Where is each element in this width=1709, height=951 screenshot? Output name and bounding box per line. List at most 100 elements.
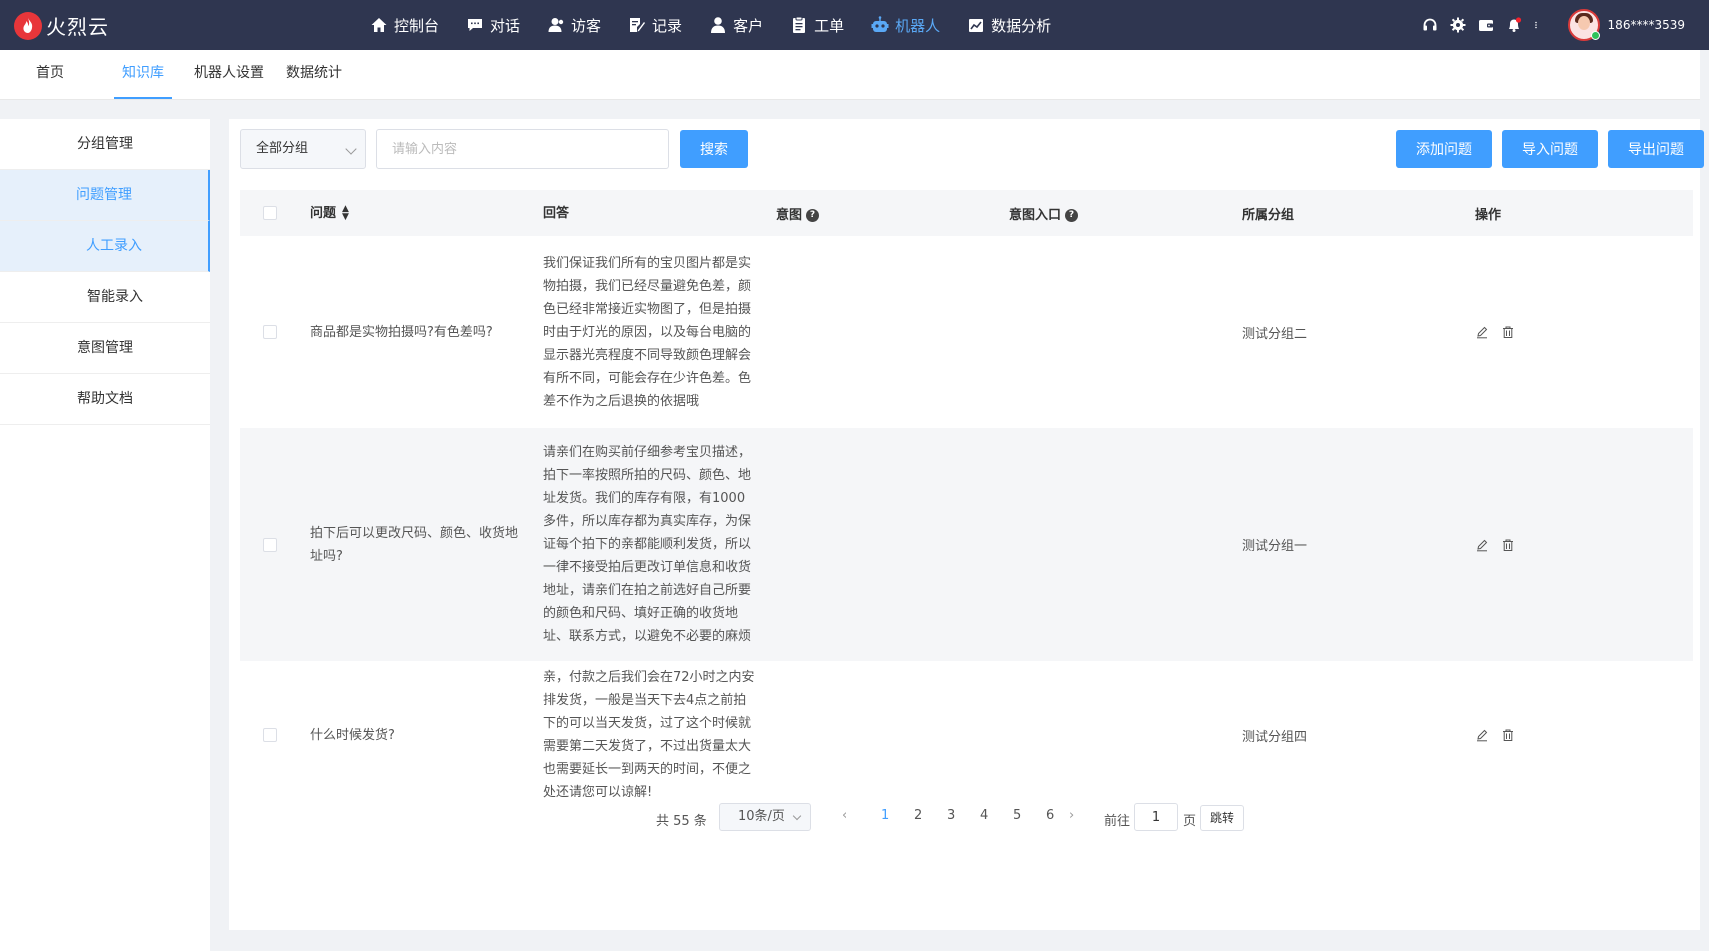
goto-page-input[interactable] <box>1134 803 1178 831</box>
group-select[interactable]: 全部分组 <box>240 129 366 169</box>
sidebar-item-intent-management[interactable]: 意图管理 <box>0 323 210 374</box>
total-count: 共 55 条 <box>656 814 707 829</box>
edit-icon[interactable] <box>1475 325 1489 339</box>
brand-name: 火烈云 <box>46 15 109 39</box>
help-icon[interactable]: ? <box>1065 208 1079 222</box>
online-status-dot <box>1590 31 1600 40</box>
subnav-robot-settings[interactable]: 机器人设置 <box>186 49 272 99</box>
subnav-home[interactable]: 首页 <box>28 49 72 99</box>
home-icon <box>371 18 387 32</box>
avatar[interactable] <box>1567 9 1600 41</box>
header-question-label: 问题 <box>310 205 337 221</box>
page-button[interactable]: 6 <box>1046 808 1054 823</box>
group-select-value: 全部分组 <box>256 141 309 156</box>
sidebar-item-group-management[interactable]: 分组管理 <box>0 119 210 170</box>
edit-icon[interactable] <box>1475 728 1489 742</box>
pagination: 共 55 条 10条/页 ‹ 1 2 3 4 5 6 › 前往 页 跳转 <box>229 803 1700 833</box>
question-cell: 什么时候发货? <box>310 727 395 743</box>
nav-item-chat[interactable]: 对话 <box>466 15 520 36</box>
header-intent-entry: 意图入口? <box>999 204 1232 223</box>
record-icon <box>630 18 646 32</box>
row-checkbox[interactable] <box>263 728 277 742</box>
nav-item-label: 工单 <box>814 16 845 35</box>
answer-cell: 请亲们在购买前仔细参考宝贝描述，拍下一率按照所拍的尺码、颜色、地址发货。我们的库… <box>543 445 752 644</box>
table-row: 拍下后可以更改尺码、颜色、收货地址吗? 请亲们在购买前仔细参考宝贝描述，拍下一率… <box>240 428 1693 661</box>
question-cell: 商品都是实物拍摄吗?有色差吗? <box>310 324 493 340</box>
search-input[interactable] <box>376 129 669 169</box>
nav-item-console[interactable]: 控制台 <box>370 15 439 36</box>
chat-icon <box>468 19 483 31</box>
nav-item-record[interactable]: 记录 <box>628 15 682 36</box>
header-answer: 回答 <box>543 205 570 221</box>
more-vertical-icon[interactable] <box>1534 17 1542 33</box>
header-entry-label: 意图入口 <box>1009 207 1062 223</box>
wallet-icon[interactable] <box>1478 17 1494 33</box>
operation-cell <box>1465 728 1693 742</box>
sidebar-item-question-management[interactable]: 问题管理 <box>0 170 210 221</box>
export-question-button[interactable]: 导出问题 <box>1608 130 1704 168</box>
bell-icon[interactable] <box>1506 17 1522 33</box>
page-button[interactable]: 5 <box>1013 808 1021 823</box>
group-cell: 测试分组二 <box>1242 326 1308 342</box>
operation-cell <box>1465 538 1693 552</box>
top-right-tools: 186****3539 <box>1422 0 1709 50</box>
flame-logo-icon <box>14 11 42 40</box>
edit-icon[interactable] <box>1475 538 1489 552</box>
nav-item-label: 对话 <box>490 16 521 35</box>
answer-cell: 我们保证我们所有的宝贝图片都是实物拍摄，我们已经尽量避免色差，颜色已经非常接近实… <box>543 255 752 409</box>
subnav-data-stats[interactable]: 数据统计 <box>278 49 350 99</box>
gear-icon[interactable] <box>1450 17 1466 33</box>
delete-icon[interactable] <box>1501 325 1515 339</box>
header-intent-label: 意图 <box>776 207 803 223</box>
group-cell: 测试分组一 <box>1242 539 1308 554</box>
subnav-knowledge-base[interactable]: 知识库 <box>114 49 172 99</box>
brand-logo[interactable]: 火烈云 <box>14 11 109 40</box>
toolbar: 全部分组 搜索 添加问题 导入问题 导出问题 <box>240 129 1704 169</box>
next-page-button[interactable]: › <box>1069 808 1074 823</box>
row-select <box>240 537 300 552</box>
page-size-value: 10条/页 <box>738 809 785 824</box>
nav-item-robot[interactable]: 机器人 <box>871 15 940 36</box>
nav-item-label: 客户 <box>733 16 764 35</box>
question-table: 问题 ▲ ▼ 回答 意图? 意图入口? 所属分组 操作 商品都是实物拍摄吗?有色差吗… <box>240 190 1693 809</box>
header-operation: 操作 <box>1475 207 1502 223</box>
nav-item-ticket[interactable]: 工单 <box>790 15 844 36</box>
sidebar-item-manual-entry[interactable]: 人工录入 <box>0 221 210 272</box>
header-question[interactable]: 问题 ▲ ▼ <box>300 202 533 225</box>
page-button[interactable]: 3 <box>947 808 955 823</box>
username[interactable]: 186****3539 <box>1608 18 1685 32</box>
nav-item-label: 访客 <box>571 16 602 35</box>
customer-icon <box>711 17 726 33</box>
nav-item-label: 控制台 <box>394 16 440 35</box>
nav-item-customer[interactable]: 客户 <box>709 15 763 36</box>
sidebar-item-help-docs[interactable]: 帮助文档 <box>0 374 210 425</box>
top-bar: 火烈云 控制台 对话 访客 记录 客户 工单 机器人 数据分析 186****3… <box>0 0 1709 50</box>
row-checkbox[interactable] <box>263 537 277 552</box>
sidebar-item-smart-entry[interactable]: 智能录入 <box>0 272 210 323</box>
goto-label: 前往 <box>1104 814 1131 829</box>
header-intent: 意图? <box>766 204 999 223</box>
headset-icon[interactable] <box>1422 17 1438 33</box>
chevron-down-icon <box>345 143 357 155</box>
nav-item-analytics[interactable]: 数据分析 <box>967 15 1051 36</box>
nav-item-visitor[interactable]: 访客 <box>547 15 601 36</box>
import-question-button[interactable]: 导入问题 <box>1502 130 1598 168</box>
nav-item-label: 机器人 <box>895 16 941 35</box>
add-question-button[interactable]: 添加问题 <box>1396 130 1492 168</box>
delete-icon[interactable] <box>1501 728 1515 742</box>
prev-page-button[interactable]: ‹ <box>842 808 847 823</box>
avatar-face <box>1577 16 1590 30</box>
page-button[interactable]: 2 <box>914 808 922 823</box>
page-button[interactable]: 1 <box>881 808 889 823</box>
robot-icon <box>871 16 889 32</box>
select-all-checkbox[interactable] <box>263 206 277 220</box>
help-icon[interactable]: ? <box>806 208 820 222</box>
delete-icon[interactable] <box>1501 538 1515 552</box>
row-checkbox[interactable] <box>263 325 277 339</box>
header-select-all <box>240 206 300 220</box>
sort-icon[interactable]: ▲ ▼ <box>342 205 349 222</box>
page-button[interactable]: 4 <box>980 808 988 823</box>
page-size-select[interactable]: 10条/页 <box>719 803 811 831</box>
search-button[interactable]: 搜索 <box>680 130 748 168</box>
goto-button[interactable]: 跳转 <box>1200 805 1244 831</box>
